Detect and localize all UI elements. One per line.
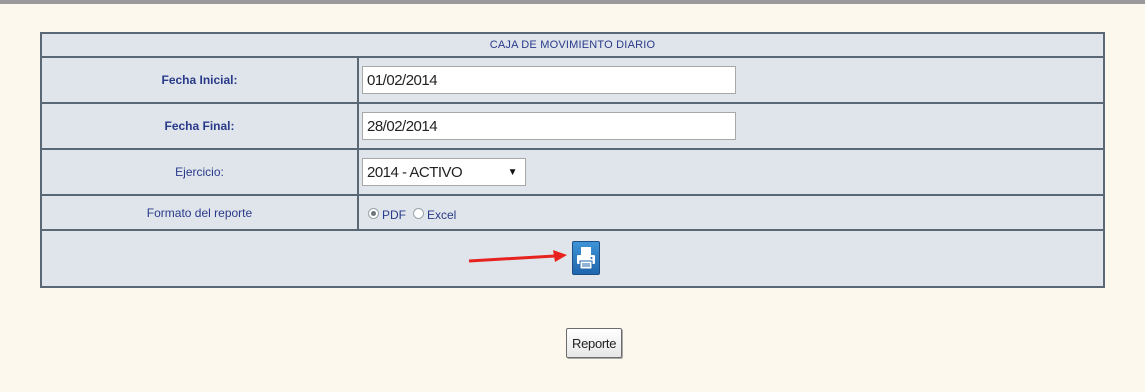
form-title-row: CAJA DE MOVIMIENTO DIARIO bbox=[41, 33, 1104, 57]
cash-movement-form: CAJA DE MOVIMIENTO DIARIO Fecha Inicial:… bbox=[40, 32, 1105, 288]
form-title: CAJA DE MOVIMIENTO DIARIO bbox=[41, 33, 1104, 57]
formato-row: Formato del reporte PDF Excel bbox=[41, 195, 1104, 230]
fecha-final-cell: 28/02/2014 bbox=[358, 103, 1104, 149]
ejercicio-selected-value: 2014 - ACTIVO bbox=[367, 163, 463, 181]
pdf-radio[interactable] bbox=[368, 208, 379, 219]
print-cell bbox=[41, 230, 1104, 287]
chevron-down-icon: ▼ bbox=[507, 166, 518, 178]
ejercicio-label: Ejercicio: bbox=[41, 149, 358, 195]
report-button[interactable]: Reporte bbox=[566, 328, 623, 358]
ejercicio-select[interactable]: 2014 - ACTIVO ▼ bbox=[362, 158, 526, 186]
fecha-final-row: Fecha Final: 28/02/2014 bbox=[41, 103, 1104, 149]
printer-icon bbox=[577, 247, 595, 270]
top-divider bbox=[0, 0, 1145, 4]
pdf-radio-label[interactable]: PDF bbox=[382, 208, 406, 222]
print-button[interactable] bbox=[572, 241, 600, 275]
fecha-inicial-cell: 01/02/2014 bbox=[358, 57, 1104, 103]
formato-label: Formato del reporte bbox=[41, 195, 358, 230]
formato-radio-group: PDF Excel bbox=[362, 204, 1103, 222]
ejercicio-cell: 2014 - ACTIVO ▼ bbox=[358, 149, 1104, 195]
ejercicio-row: Ejercicio: 2014 - ACTIVO ▼ bbox=[41, 149, 1104, 195]
excel-radio[interactable] bbox=[413, 208, 424, 219]
fecha-final-label: Fecha Final: bbox=[41, 103, 358, 149]
fecha-inicial-label: Fecha Inicial: bbox=[41, 57, 358, 103]
fecha-final-input[interactable]: 28/02/2014 bbox=[362, 112, 736, 140]
fecha-inicial-row: Fecha Inicial: 01/02/2014 bbox=[41, 57, 1104, 103]
excel-radio-label[interactable]: Excel bbox=[427, 208, 456, 222]
print-row bbox=[41, 230, 1104, 287]
annotation-arrow-icon bbox=[468, 250, 567, 263]
formato-cell: PDF Excel bbox=[358, 195, 1104, 230]
fecha-inicial-input[interactable]: 01/02/2014 bbox=[362, 66, 736, 94]
